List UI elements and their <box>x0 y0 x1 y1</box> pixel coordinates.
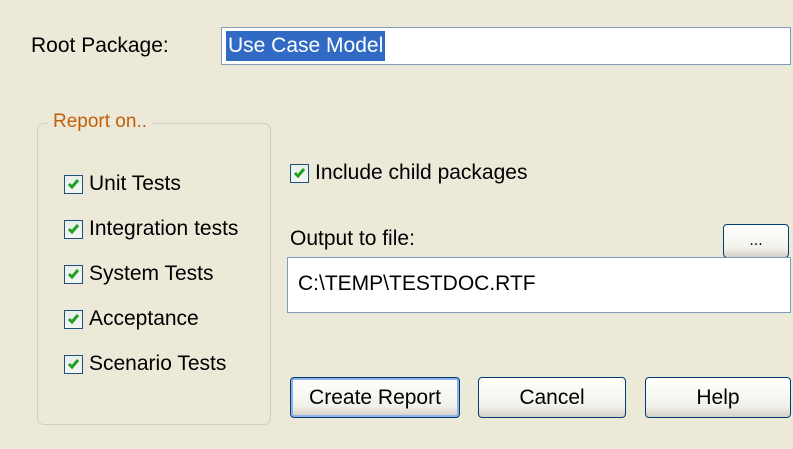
scenario-tests-label: Scenario Tests <box>89 352 227 375</box>
integration-tests-checkbox[interactable]: Integration tests <box>64 217 238 241</box>
acceptance-checkbox[interactable]: Acceptance <box>64 307 199 331</box>
cancel-button[interactable]: Cancel <box>478 377 626 418</box>
checkmark-icon <box>64 174 83 194</box>
output-file-field[interactable]: C:\TEMP\TESTDOC.RTF <box>287 257 791 313</box>
report-on-legend: Report on.. <box>48 111 152 133</box>
acceptance-label: Acceptance <box>89 307 199 330</box>
root-package-field[interactable]: Use Case Model <box>221 27 791 65</box>
create-report-button[interactable]: Create Report <box>290 377 460 418</box>
include-child-packages-checkbox[interactable]: Include child packages <box>290 161 527 185</box>
include-child-packages-label: Include child packages <box>315 161 528 184</box>
system-tests-label: System Tests <box>89 262 214 285</box>
root-package-value: Use Case Model <box>226 31 386 61</box>
system-tests-checkbox[interactable]: System Tests <box>64 262 213 286</box>
checkmark-icon <box>64 264 83 284</box>
output-file-value: C:\TEMP\TESTDOC.RTF <box>298 272 536 295</box>
root-package-label: Root Package: <box>31 34 169 57</box>
checkmark-icon <box>64 309 83 329</box>
checkmark-icon <box>64 219 83 239</box>
checkmark-icon <box>64 354 83 374</box>
integration-tests-label: Integration tests <box>89 217 239 240</box>
unit-tests-checkbox[interactable]: Unit Tests <box>64 172 181 196</box>
checkmark-icon <box>290 163 309 183</box>
browse-button[interactable]: ... <box>723 224 789 258</box>
output-to-file-label: Output to file: <box>290 227 415 250</box>
scenario-tests-checkbox[interactable]: Scenario Tests <box>64 352 226 376</box>
unit-tests-label: Unit Tests <box>89 172 181 195</box>
help-button[interactable]: Help <box>645 377 791 418</box>
